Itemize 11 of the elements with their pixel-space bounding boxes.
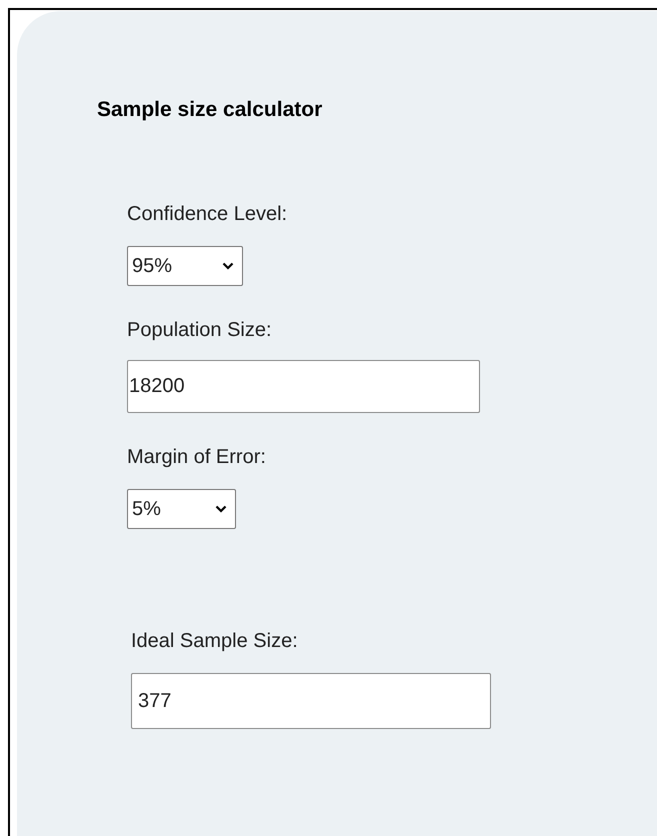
result-field[interactable]: 377 [131, 673, 491, 729]
field-label: Margin of Error: [127, 447, 267, 467]
calculator-title: Sample size calculator [97, 99, 324, 120]
field-label: Population Size: [127, 320, 273, 340]
chevron-down-icon [222, 262, 234, 270]
field-label: Ideal Sample Size: [131, 631, 299, 651]
dropdown-select[interactable]: 5% [127, 489, 236, 529]
chevron-down-icon [215, 505, 227, 513]
field-label: Confidence Level: [127, 204, 288, 224]
dropdown-select[interactable]: 95% [127, 246, 243, 286]
input-field[interactable]: 18200 [127, 360, 480, 413]
